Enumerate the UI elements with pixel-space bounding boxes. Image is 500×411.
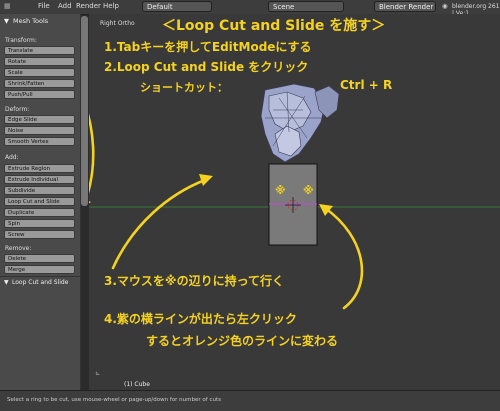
- step-3-text: 3.マウスを※の辺りに持って行く: [104, 274, 284, 288]
- shrink-fatten-button[interactable]: Shrink/Fatten: [4, 79, 75, 88]
- collapse-triangle-icon[interactable]: ▼: [4, 17, 9, 25]
- operator-panel-title: Loop Cut and Slide: [12, 279, 69, 286]
- section-remove: Remove:: [5, 245, 32, 252]
- operator-hint-text: Select a ring to be cut, use mouse-wheel…: [7, 397, 221, 403]
- merge-button[interactable]: Merge: [4, 265, 75, 274]
- section-deform: Deform:: [5, 106, 30, 113]
- menu-add[interactable]: Add: [58, 2, 72, 10]
- extrude-individual-button[interactable]: Extrude Individual: [4, 175, 75, 184]
- render-engine-selector[interactable]: Blender Render: [374, 1, 436, 12]
- step-4-text-line2: するとオレンジ色のラインに変わる: [146, 334, 339, 348]
- arrowhead-loopcut: [89, 201, 91, 204]
- duplicate-button[interactable]: Duplicate: [4, 208, 75, 217]
- step-2-text: 2.Loop Cut and Slide をクリック: [104, 60, 309, 74]
- panel-divider: [0, 276, 80, 277]
- menu-file[interactable]: File: [38, 2, 50, 10]
- extrude-region-button[interactable]: Extrude Region: [4, 164, 75, 173]
- push-pull-button[interactable]: Push/Pull: [4, 90, 75, 99]
- step-1-text: 1.Tabキーを押してEditModeにする: [104, 40, 312, 54]
- loop-cut-and-slide-button[interactable]: Loop Cut and Slide: [4, 197, 75, 206]
- section-add: Add:: [5, 154, 19, 161]
- step-4-text-line1: 4.紫の横ラインが出たら左クリック: [104, 312, 297, 326]
- blender-logo-icon: ◉: [442, 2, 448, 10]
- active-object-label: (1) Cube: [124, 381, 150, 388]
- shortcut-keys: Ctrl + R: [340, 78, 393, 92]
- translate-button[interactable]: Translate: [4, 46, 75, 55]
- status-bar: Select a ring to be cut, use mouse-wheel…: [0, 390, 500, 411]
- delete-button[interactable]: Delete: [4, 254, 75, 263]
- screw-button[interactable]: Screw: [4, 230, 75, 239]
- scene-selector[interactable]: Scene: [268, 1, 344, 12]
- arrow-to-loopcut-button: [89, 113, 95, 194]
- layout-selector[interactable]: Default: [142, 1, 212, 12]
- tool-shelf-panel: ▼ Mesh Tools Transform: Translate Rotate…: [0, 14, 81, 390]
- subdivide-button[interactable]: Subdivide: [4, 186, 75, 195]
- editor-type-icon[interactable]: ▦: [4, 2, 11, 10]
- menu-help[interactable]: Help: [103, 2, 119, 10]
- cut-point-marker-right: ※: [303, 184, 314, 197]
- arrow-to-loop-line: [323, 206, 364, 310]
- arrowhead-cube: [199, 174, 213, 186]
- cut-point-marker-left: ※: [275, 184, 286, 197]
- shortcut-label: ショートカット：: [140, 81, 228, 94]
- rotate-button[interactable]: Rotate: [4, 57, 75, 66]
- monkey-mesh: [260, 83, 340, 163]
- scale-button[interactable]: Scale: [4, 68, 75, 77]
- panel-title-mesh-tools: Mesh Tools: [13, 17, 49, 25]
- tutorial-title: ＜Loop Cut and Slide を施す＞: [162, 18, 386, 34]
- axis-gizmo-icon: ⊾: [95, 370, 101, 377]
- noise-button[interactable]: Noise: [4, 126, 75, 135]
- smooth-vertex-button[interactable]: Smooth Vertex: [4, 137, 75, 146]
- spin-button[interactable]: Spin: [4, 219, 75, 228]
- operator-collapse-triangle-icon[interactable]: ▼: [4, 279, 9, 286]
- menu-render[interactable]: Render: [76, 2, 101, 10]
- arrow-to-cube: [111, 178, 207, 270]
- section-transform: Transform:: [5, 37, 37, 44]
- top-header-bar: ▦ File Add Render Help Default Scene Ble…: [0, 0, 500, 17]
- edge-slide-button[interactable]: Edge Slide: [4, 115, 75, 124]
- tool-shelf-scrollbar[interactable]: [81, 16, 88, 206]
